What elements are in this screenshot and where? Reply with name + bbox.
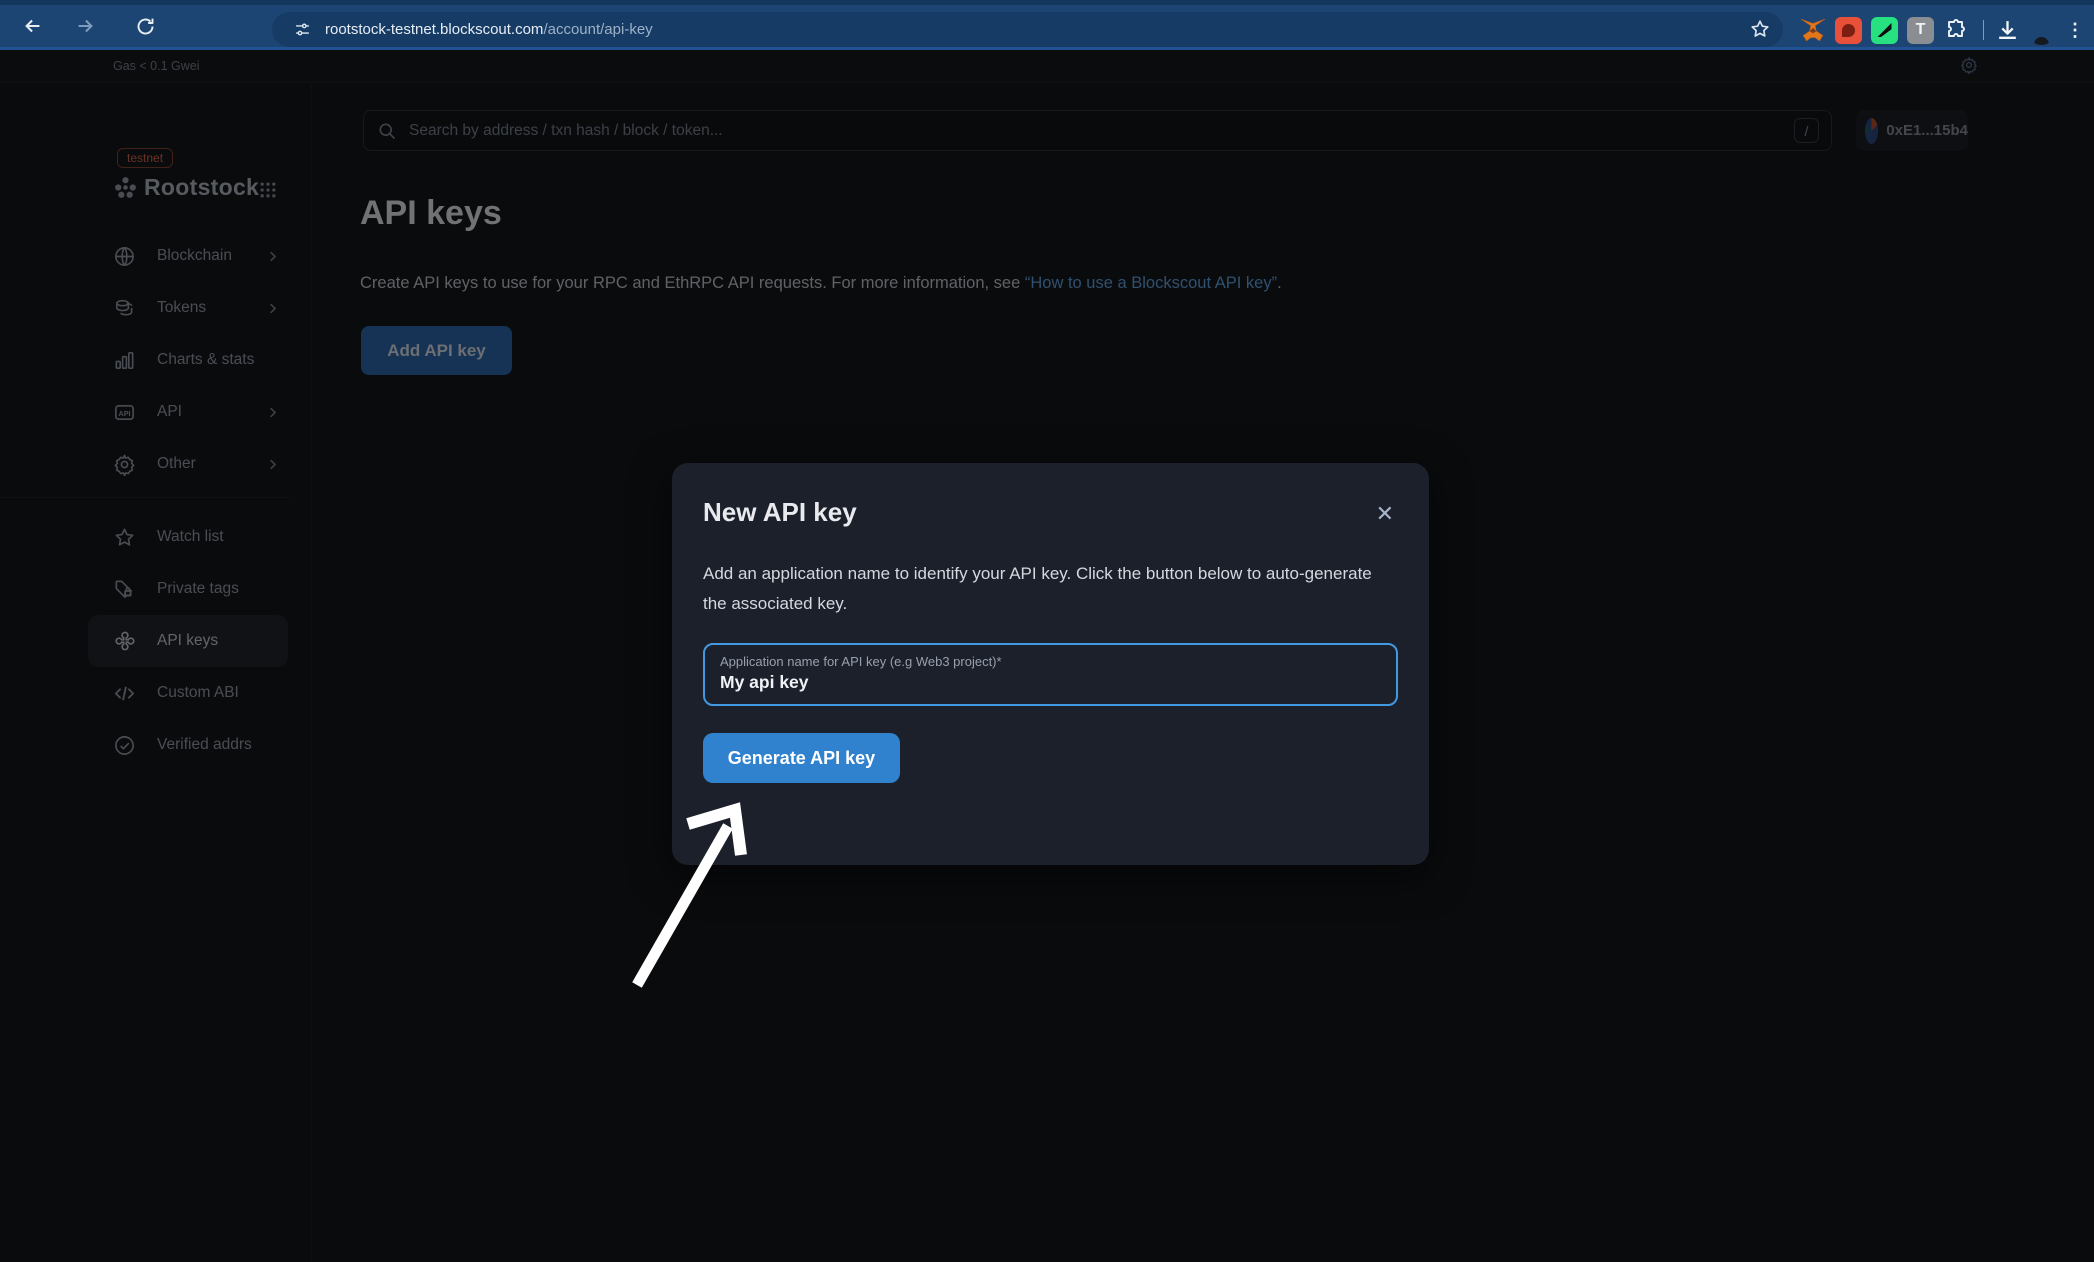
- extensions-puzzle-icon[interactable]: [1943, 17, 1970, 44]
- browser-reload-button[interactable]: [128, 9, 162, 43]
- metamask-extension-icon[interactable]: [1799, 17, 1826, 44]
- green-extension-glyph: [1878, 23, 1892, 37]
- screen: rootstock-testnet.blockscout.com/account…: [0, 0, 2094, 1262]
- annotation-arrow-icon: [560, 740, 820, 1060]
- application-name-field[interactable]: Application name for API key (e.g Web3 p…: [703, 643, 1398, 706]
- application-name-label: Application name for API key (e.g Web3 p…: [720, 654, 1381, 669]
- back-arrow-icon: [22, 15, 44, 37]
- application-name-input[interactable]: [720, 672, 1381, 693]
- browser-back-button[interactable]: [16, 9, 50, 43]
- address-bar[interactable]: rootstock-testnet.blockscout.com/account…: [272, 12, 1783, 47]
- modal-description: Add an application name to identify your…: [703, 559, 1393, 619]
- bookmark-star-icon[interactable]: [1749, 18, 1771, 44]
- modal-close-button[interactable]: ✕: [1372, 499, 1398, 529]
- browser-extensions-area: T ⋮: [1799, 10, 2094, 50]
- fox-icon: [1800, 18, 1826, 42]
- browser-toolbar: rootstock-testnet.blockscout.com/account…: [0, 0, 2094, 50]
- browser-menu-icon[interactable]: ⋮: [2066, 20, 2084, 41]
- red-extension-glyph: [1842, 24, 1855, 37]
- forward-arrow-icon: [74, 15, 96, 37]
- green-extension-icon[interactable]: [1871, 17, 1898, 44]
- browser-forward-button[interactable]: [68, 9, 102, 43]
- toolbar-separator: [1983, 20, 1984, 40]
- site-settings-icon[interactable]: [294, 21, 311, 38]
- downloads-icon[interactable]: [1994, 17, 2021, 44]
- t-extension-icon[interactable]: T: [1907, 17, 1934, 44]
- url-path: /account/api-key: [543, 21, 652, 38]
- modal-title: New API key: [703, 497, 857, 528]
- browser-profile-avatar[interactable]: [2027, 16, 2056, 45]
- reload-icon: [135, 16, 156, 37]
- blockscout-page: Gas < 0.1 Gwei testnet Rootstock: [0, 50, 2094, 1262]
- t-extension-glyph: T: [1916, 21, 1926, 39]
- url-domain: rootstock-testnet.blockscout.com: [325, 21, 543, 38]
- red-extension-icon[interactable]: [1835, 17, 1862, 44]
